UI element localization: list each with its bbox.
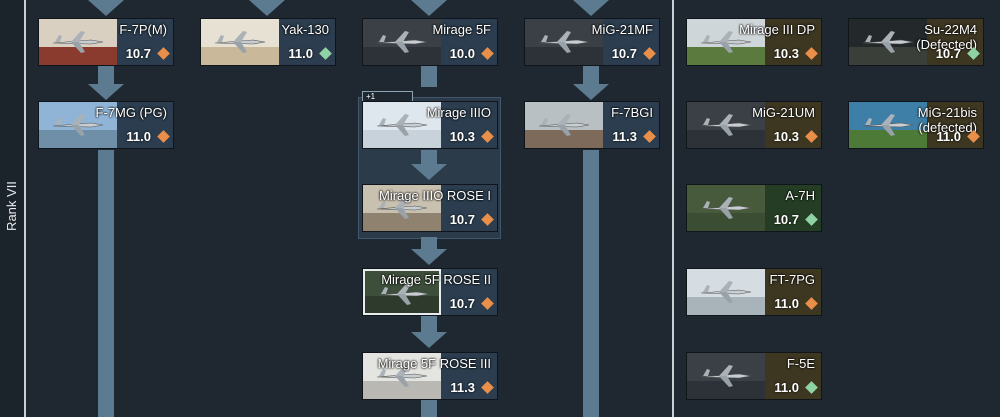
vehicle-card-yak130[interactable]: Yak-130 11.0 bbox=[200, 18, 336, 66]
diamond-orange-icon bbox=[805, 297, 818, 310]
vehicle-card-mirage3o[interactable]: Mirage IIIO 10.3 bbox=[362, 101, 498, 149]
incoming-arrow-3 bbox=[411, 0, 447, 16]
vehicle-name: Mirage IIIO ROSE I bbox=[379, 188, 491, 203]
vehicle-name: A-7H bbox=[785, 188, 815, 203]
battle-rating: 11.0 bbox=[936, 129, 961, 144]
rail-segment bbox=[421, 65, 437, 87]
diamond-orange-icon bbox=[643, 47, 656, 60]
rail-segment bbox=[583, 150, 599, 417]
aircraft-thumbnail-icon bbox=[201, 19, 279, 65]
battle-rating: 10.7 bbox=[125, 46, 151, 61]
diamond-orange-icon bbox=[805, 47, 818, 60]
arrow-down-icon bbox=[411, 249, 447, 265]
aircraft-thumbnail-icon bbox=[687, 269, 765, 315]
vehicle-card-f5e[interactable]: F-5E 11.0 bbox=[686, 352, 822, 400]
diamond-orange-icon bbox=[157, 47, 170, 60]
vehicle-name: Mirage III DP bbox=[739, 22, 815, 37]
battle-rating: 10.7 bbox=[935, 46, 961, 61]
rank-label: Rank VII bbox=[4, 181, 19, 231]
incoming-arrow-4 bbox=[573, 0, 609, 16]
vehicle-name: Mirage 5F bbox=[432, 22, 491, 37]
battle-rating: 11.3 bbox=[612, 129, 637, 144]
battle-rating: 10.7 bbox=[449, 296, 475, 311]
diamond-orange-icon bbox=[481, 297, 494, 310]
battle-rating: 10.3 bbox=[773, 129, 799, 144]
vehicle-card-mirage5f[interactable]: Mirage 5F 10.0 bbox=[362, 18, 498, 66]
battle-rating: 11.0 bbox=[774, 296, 799, 311]
aircraft-thumbnail-icon bbox=[687, 353, 765, 399]
vehicle-name: FT-7PG bbox=[769, 272, 815, 287]
research-tree: Rank VII +1 F-7P(M) 10.7 Yak-130 11.0 Mirage… bbox=[0, 0, 1000, 417]
vehicle-name: Mirage IIIO bbox=[426, 105, 491, 120]
vehicle-card-ft7pg[interactable]: FT-7PG 11.0 bbox=[686, 268, 822, 316]
rail-segment bbox=[421, 400, 437, 417]
vehicle-card-mig21um[interactable]: MiG-21UM 10.3 bbox=[686, 101, 822, 149]
vehicle-card-f7pm[interactable]: F-7P(M) 10.7 bbox=[38, 18, 174, 66]
vehicle-card-f7bgi[interactable]: F-7BGI 11.3 bbox=[524, 101, 660, 149]
vehicle-name: MiG-21UM bbox=[752, 105, 815, 120]
incoming-arrow-2 bbox=[249, 0, 285, 16]
vehicle-card-mirage5frose2[interactable]: Mirage 5F ROSE II 10.7 bbox=[362, 268, 498, 316]
vehicle-card-su22m4[interactable]: Su-22M4 (Defected) 10.7 bbox=[848, 18, 984, 66]
diamond-orange-icon bbox=[481, 381, 494, 394]
diamond-green-icon bbox=[319, 47, 332, 60]
diamond-orange-icon bbox=[805, 130, 818, 143]
diamond-green-icon bbox=[805, 213, 818, 226]
battle-rating: 10.0 bbox=[449, 46, 475, 61]
premium-divider bbox=[672, 0, 674, 417]
diamond-orange-icon bbox=[481, 213, 494, 226]
battle-rating: 11.0 bbox=[126, 129, 151, 144]
vehicle-name: MiG-21MF bbox=[591, 22, 653, 37]
battle-rating: 11.0 bbox=[288, 46, 313, 61]
vehicle-card-mig21bis[interactable]: MiG-21bis (defected) 11.0 bbox=[848, 101, 984, 149]
arrow-down-icon bbox=[411, 332, 447, 348]
vehicle-card-mirage5frose3[interactable]: Mirage 5F ROSE III 11.3 bbox=[362, 352, 498, 400]
vehicle-name: Yak-130 bbox=[281, 22, 329, 37]
diamond-orange-icon bbox=[157, 130, 170, 143]
vehicle-card-mig21mf[interactable]: MiG-21MF 10.7 bbox=[524, 18, 660, 66]
battle-rating: 10.3 bbox=[449, 129, 475, 144]
battle-rating: 10.7 bbox=[449, 212, 475, 227]
rail-segment bbox=[98, 150, 114, 417]
aircraft-thumbnail-icon bbox=[687, 185, 765, 231]
battle-rating: 10.3 bbox=[773, 46, 799, 61]
incoming-arrow-1 bbox=[88, 0, 124, 16]
vehicle-name: Mirage 5F ROSE III bbox=[377, 356, 491, 371]
vehicle-card-a7h[interactable]: A-7H 10.7 bbox=[686, 184, 822, 232]
battle-rating: 10.7 bbox=[611, 46, 637, 61]
vehicle-name: F-7BGI bbox=[611, 105, 653, 120]
diamond-green-icon bbox=[805, 381, 818, 394]
aircraft-thumbnail-icon bbox=[363, 19, 441, 65]
diamond-orange-icon bbox=[481, 47, 494, 60]
arrow-down-icon bbox=[411, 164, 447, 180]
diamond-orange-icon bbox=[643, 130, 656, 143]
battle-rating: 11.3 bbox=[450, 380, 475, 395]
battle-rating: 10.7 bbox=[773, 212, 799, 227]
vehicle-name: Mirage 5F ROSE II bbox=[381, 272, 491, 287]
vehicle-card-mirage3dp[interactable]: Mirage III DP 10.3 bbox=[686, 18, 822, 66]
diamond-orange-icon bbox=[481, 130, 494, 143]
aircraft-thumbnail-icon bbox=[849, 102, 927, 148]
vehicle-name: F-5E bbox=[786, 356, 815, 371]
vehicle-name: F-7MG (PG) bbox=[95, 105, 168, 120]
rank-strip: Rank VII bbox=[0, 0, 26, 417]
arrow-down-icon bbox=[88, 84, 124, 100]
vehicle-card-f7mg[interactable]: F-7MG (PG) 11.0 bbox=[38, 101, 174, 149]
aircraft-thumbnail-icon bbox=[39, 19, 117, 65]
vehicle-name: F-7P(M) bbox=[119, 22, 167, 37]
battle-rating: 11.0 bbox=[774, 380, 799, 395]
aircraft-thumbnail-icon bbox=[525, 102, 603, 148]
vehicle-card-mirage3orose1[interactable]: Mirage IIIO ROSE I 10.7 bbox=[362, 184, 498, 232]
arrow-down-icon bbox=[573, 84, 609, 100]
